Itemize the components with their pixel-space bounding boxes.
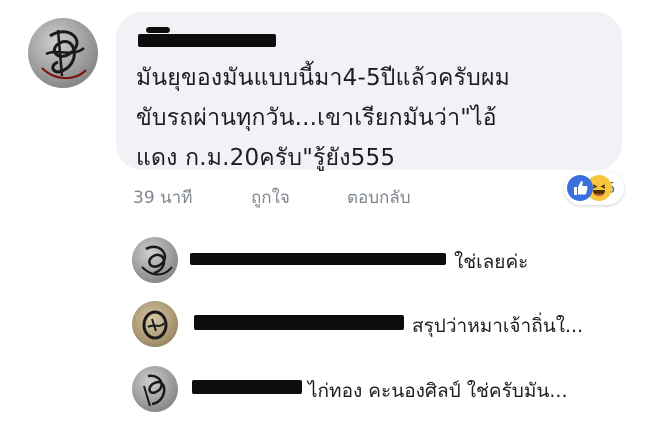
reply-text: ไก่ทอง คะนองศิลป์ ใช่ครับมัน... bbox=[308, 380, 568, 402]
reply-item: สรุปว่าหมาเจ้าถิ่นใ... bbox=[132, 301, 632, 349]
reply-text: สรุปว่าหมาเจ้าถิ่นใ... bbox=[412, 315, 584, 337]
reply-text: ใช่เลยค่ะ bbox=[454, 251, 529, 273]
reply-item: ใช่เลยค่ะ bbox=[132, 237, 632, 285]
reply-avatar[interactable] bbox=[132, 301, 178, 347]
comment-bubble: มันยุของมันแบบนี้มา4-5ปีแล้วครับผม ขับรถ… bbox=[116, 12, 622, 171]
reply-button[interactable]: ตอบกลับ bbox=[347, 184, 411, 211]
like-button[interactable]: ถูกใจ bbox=[251, 184, 290, 211]
redacted-reply-author[interactable] bbox=[190, 253, 446, 265]
commenter-avatar[interactable] bbox=[28, 18, 98, 88]
comment-text: มันยุของมันแบบนี้มา4-5ปีแล้วครับผม ขับรถ… bbox=[136, 65, 511, 171]
reply-avatar[interactable] bbox=[132, 237, 178, 283]
redacted-reply-author[interactable] bbox=[192, 380, 302, 394]
reply-avatar[interactable] bbox=[132, 366, 178, 412]
redacted-author-name-mark bbox=[146, 27, 170, 33]
reactions-summary[interactable]: 5 bbox=[564, 171, 624, 205]
redacted-reply-author[interactable] bbox=[194, 315, 404, 330]
like-icon bbox=[567, 175, 593, 201]
redacted-author-name[interactable] bbox=[138, 34, 276, 47]
reply-item: ไก่ทอง คะนองศิลป์ ใช่ครับมัน... bbox=[132, 366, 632, 414]
comment-time[interactable]: 39 นาที bbox=[133, 184, 192, 211]
